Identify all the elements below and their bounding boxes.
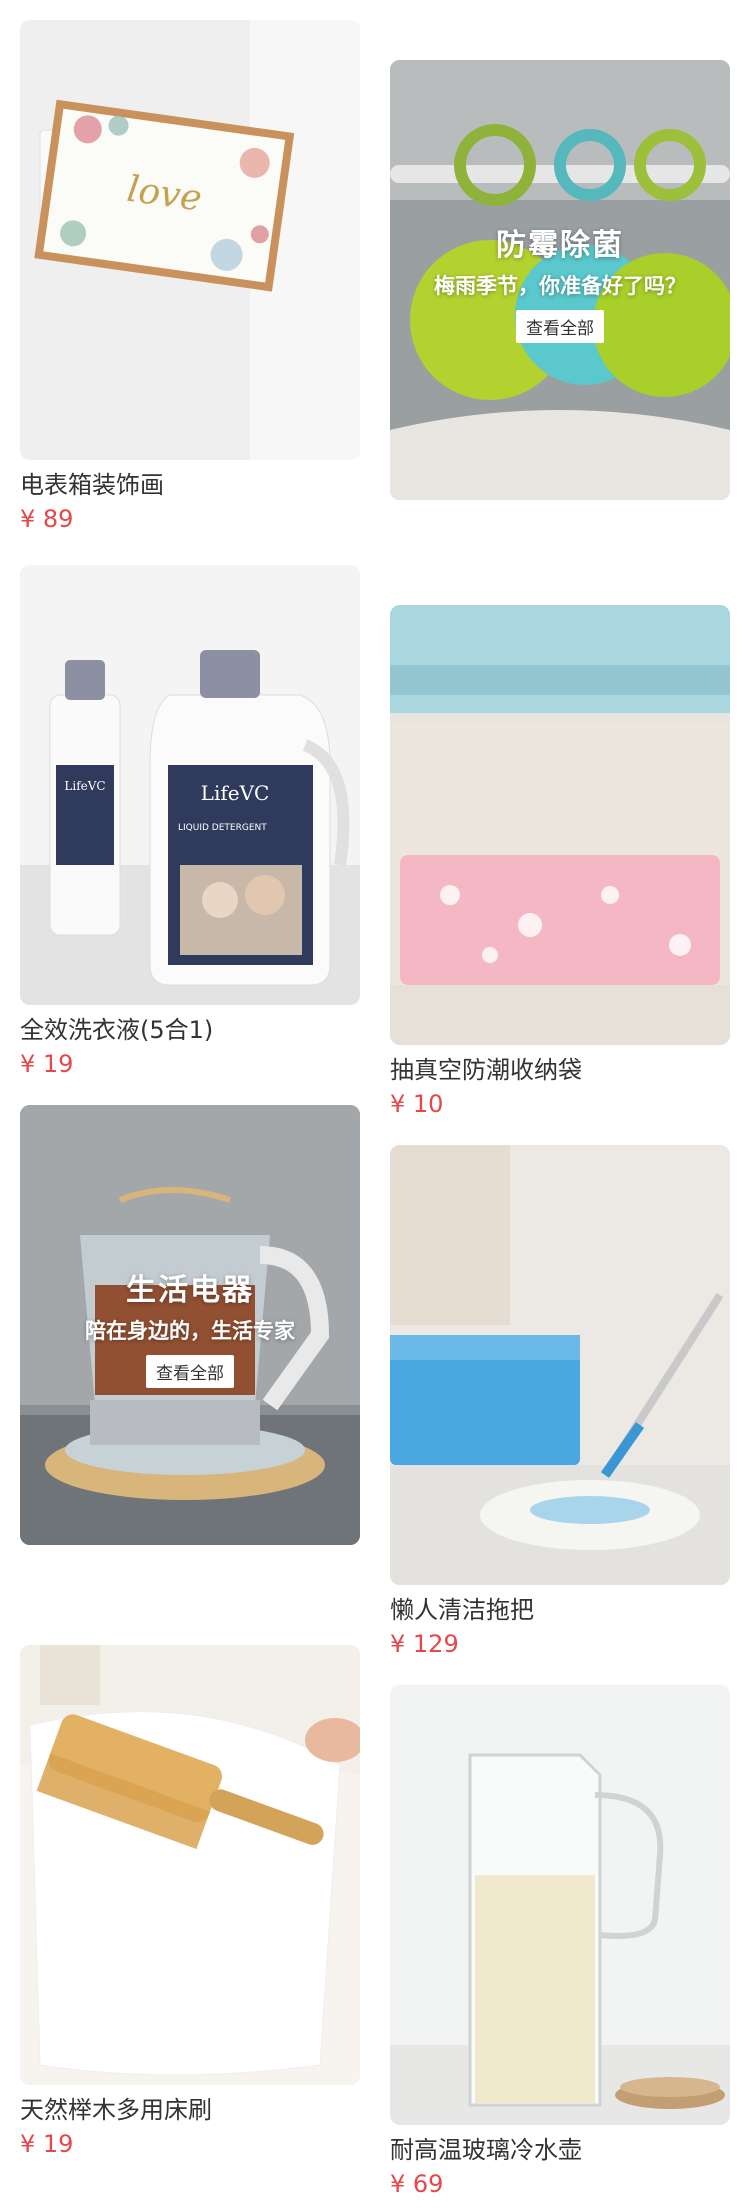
product-card[interactable]: LifeVC LifeVC LIQUID DETERGENT 全效洗衣液(5合1… <box>20 565 360 1081</box>
view-all-button[interactable]: 查看全部 <box>146 1355 234 1388</box>
product-name[interactable]: 抽真空防潮收纳袋 <box>390 1053 730 1087</box>
product-image[interactable] <box>20 1645 360 2085</box>
product-name[interactable]: 天然榉木多用床刷 <box>20 2093 360 2127</box>
product-image[interactable]: LifeVC LifeVC LIQUID DETERGENT <box>20 565 360 1005</box>
product-image[interactable] <box>390 1145 730 1585</box>
product-price: ¥ 19 <box>20 1050 74 1078</box>
promo-banner[interactable]: 防霉除菌 梅雨季节，你准备好了吗？ 查看全部 <box>390 60 730 500</box>
promo-subtitle: 陪在身边的，生活专家 <box>85 1319 295 1343</box>
detergent-label: LIQUID DETERGENT <box>178 823 267 833</box>
product-name[interactable]: 懒人清洁拖把 <box>390 1593 730 1627</box>
promo-overlay: 防霉除菌 梅雨季节，你准备好了吗？ 查看全部 <box>390 220 730 343</box>
product-price: ¥ 10 <box>390 1090 444 1118</box>
promo-title: 防霉除菌 <box>496 228 624 263</box>
product-image[interactable]: love <box>20 20 360 460</box>
product-card[interactable]: 懒人清洁拖把 ¥ 129 <box>390 1145 730 1661</box>
product-image[interactable] <box>390 1685 730 2125</box>
product-price: ¥ 129 <box>390 1630 459 1658</box>
product-card[interactable]: 天然榉木多用床刷 ¥ 19 <box>20 1645 360 2161</box>
promo-image[interactable]: 防霉除菌 梅雨季节，你准备好了吗？ 查看全部 <box>390 60 730 500</box>
product-name[interactable]: 耐高温玻璃冷水壶 <box>390 2133 730 2167</box>
product-card[interactable]: 抽真空防潮收纳袋 ¥ 10 <box>390 605 730 1121</box>
product-card[interactable]: 耐高温玻璃冷水壶 ¥ 69 <box>390 1685 730 2201</box>
product-name[interactable]: 全效洗衣液(5合1) <box>20 1013 360 1047</box>
product-image[interactable] <box>390 605 730 1045</box>
product-price: ¥ 19 <box>20 2130 74 2158</box>
promo-overlay: 生活电器 陪在身边的，生活专家 查看全部 <box>20 1265 360 1388</box>
product-card[interactable]: love 电表箱装饰画 ¥ 89 <box>20 20 360 536</box>
product-name[interactable]: 电表箱装饰画 <box>20 468 360 502</box>
view-all-button[interactable]: 查看全部 <box>516 310 604 343</box>
product-price: ¥ 89 <box>20 505 74 533</box>
promo-title: 生活电器 <box>126 1273 254 1308</box>
promo-image[interactable]: 生活电器 陪在身边的，生活专家 查看全部 <box>20 1105 360 1545</box>
brand-text: LifeVC <box>64 779 105 793</box>
product-price: ¥ 69 <box>390 2170 444 2198</box>
promo-subtitle: 梅雨季节，你准备好了吗？ <box>434 274 686 298</box>
promo-banner[interactable]: 生活电器 陪在身边的，生活专家 查看全部 <box>20 1105 360 1545</box>
brand-text-large: LifeVC <box>201 781 270 805</box>
